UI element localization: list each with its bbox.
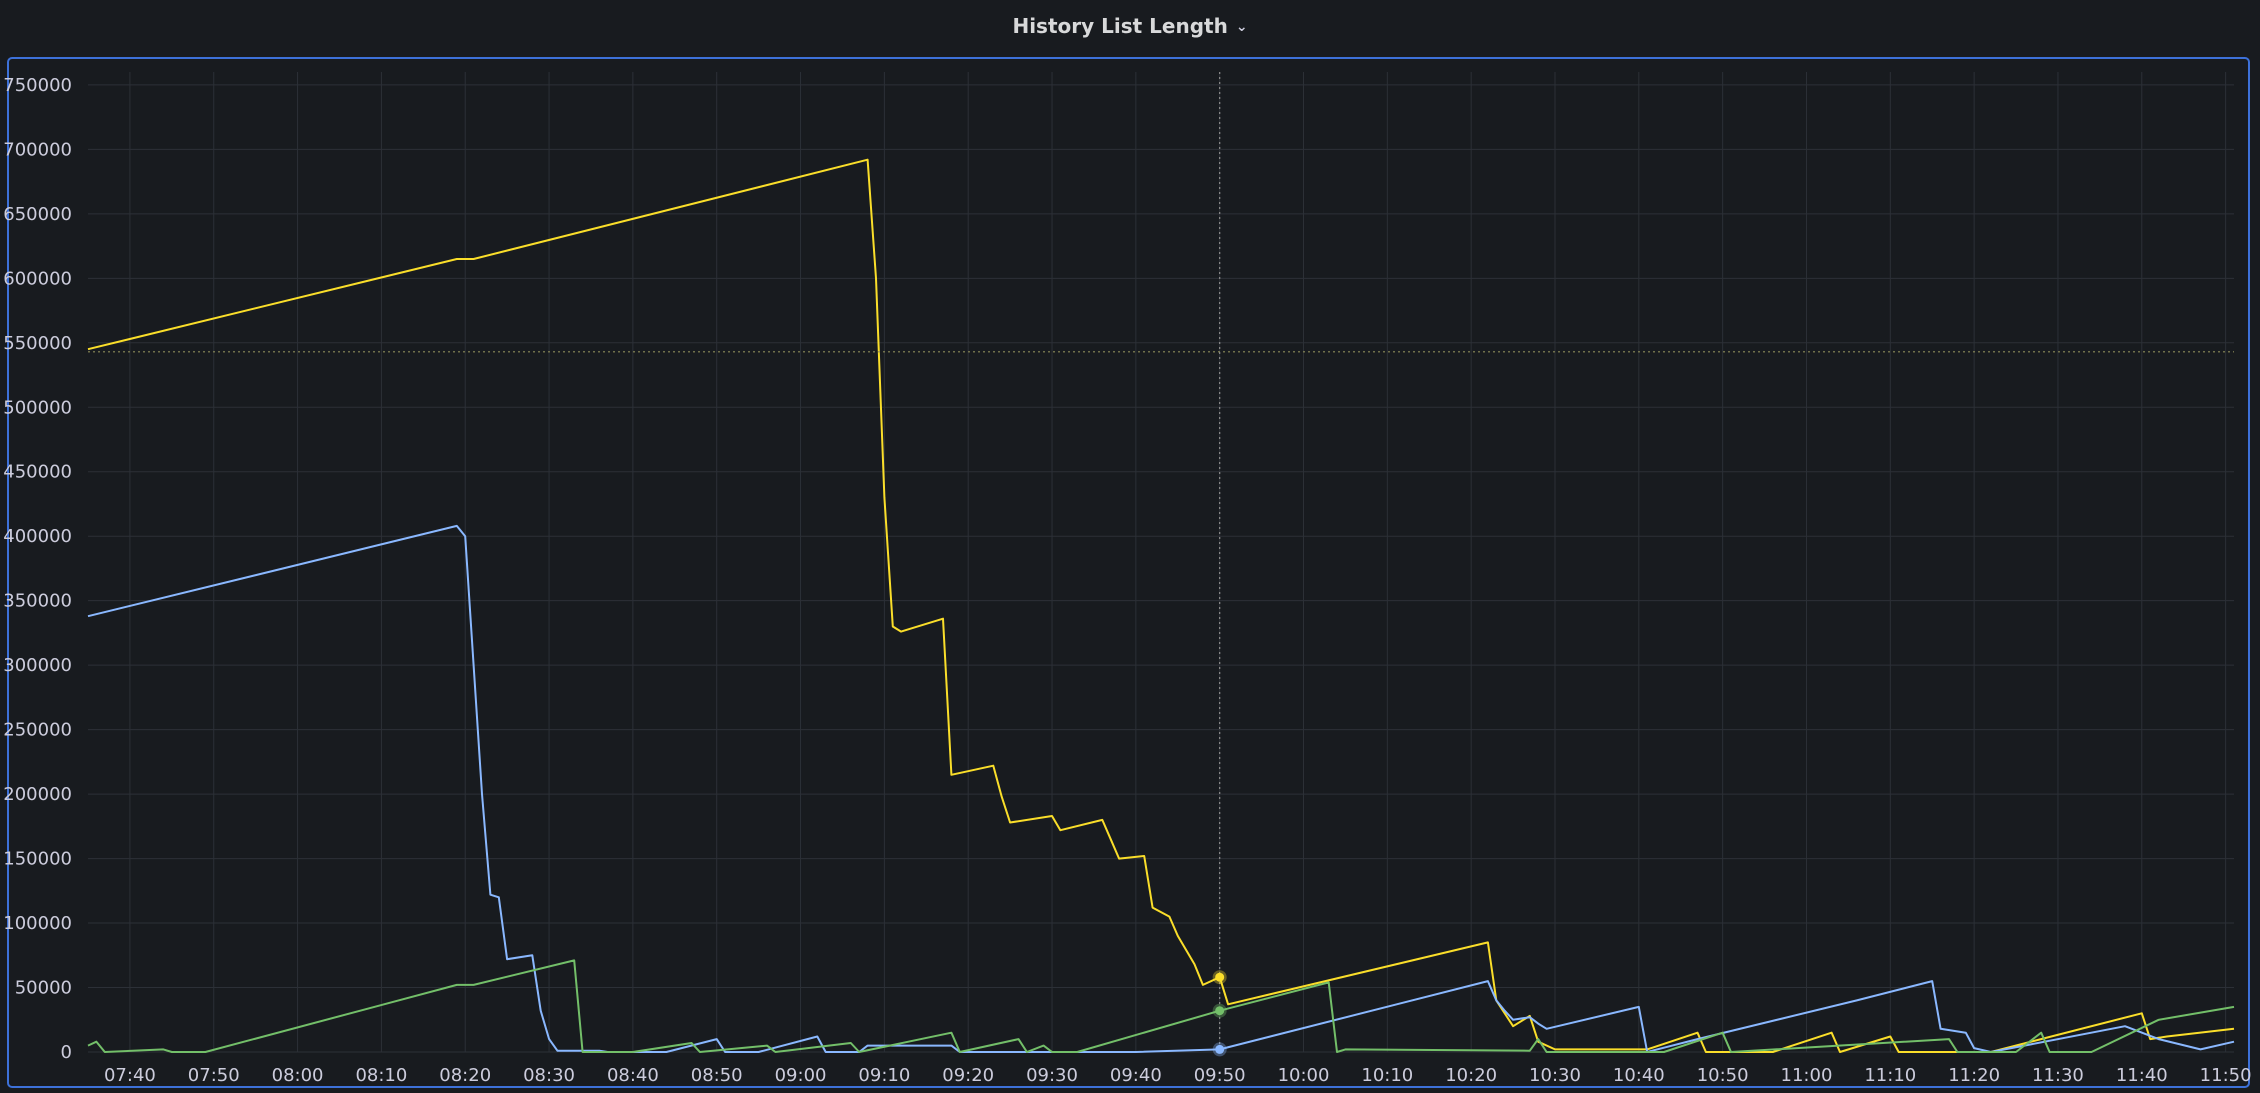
x-tick-label: 07:40 bbox=[104, 1065, 156, 1086]
x-tick-label: 11:40 bbox=[2116, 1065, 2168, 1086]
y-tick-label: 700000 bbox=[3, 139, 72, 160]
x-axis: 07:40 07:50 08:00 08:10 08:20 08:30 08:40 08:50… bbox=[104, 1065, 2252, 1086]
x-tick-label: 08:00 bbox=[272, 1065, 324, 1086]
y-tick-label: 200000 bbox=[3, 784, 72, 805]
x-tick-label: 08:30 bbox=[523, 1065, 575, 1086]
y-tick-label: 250000 bbox=[3, 720, 72, 741]
series-line-0[interactable] bbox=[87, 158, 2235, 1053]
x-tick-label: 09:10 bbox=[858, 1065, 910, 1086]
x-tick-label: 08:20 bbox=[439, 1065, 491, 1086]
x-tick-label: 10:40 bbox=[1613, 1065, 1665, 1086]
y-tick-label: 100000 bbox=[3, 913, 72, 934]
y-tick-label: 500000 bbox=[3, 397, 72, 418]
hover-point-1[interactable] bbox=[1215, 1044, 1225, 1054]
x-tick-label: 09:50 bbox=[1194, 1065, 1246, 1086]
x-tick-label: 08:40 bbox=[607, 1065, 659, 1086]
x-tick-label: 07:50 bbox=[188, 1065, 240, 1086]
hover-crosshair bbox=[88, 72, 2234, 1057]
x-tick-label: 09:00 bbox=[775, 1065, 827, 1086]
x-tick-label: 08:10 bbox=[355, 1065, 407, 1086]
x-tick-label: 10:50 bbox=[1697, 1065, 1749, 1086]
x-tick-label: 09:20 bbox=[942, 1065, 994, 1086]
x-tick-label: 11:10 bbox=[1864, 1065, 1916, 1086]
x-tick-label: 08:50 bbox=[691, 1065, 743, 1086]
series bbox=[87, 158, 2235, 1053]
x-tick-label: 11:50 bbox=[2200, 1065, 2252, 1086]
y-tick-label: 0 bbox=[61, 1042, 72, 1063]
x-tick-label: 11:30 bbox=[2032, 1065, 2084, 1086]
hover-point-2[interactable] bbox=[1215, 1006, 1225, 1016]
x-tick-label: 09:30 bbox=[1026, 1065, 1078, 1086]
y-tick-label: 450000 bbox=[3, 462, 72, 483]
line-chart[interactable]: 0 50000 100000 150000 200000 250000 300000 3500… bbox=[0, 0, 2260, 1093]
grid bbox=[88, 72, 2234, 1053]
y-tick-label: 550000 bbox=[3, 333, 72, 354]
x-tick-label: 11:00 bbox=[1781, 1065, 1833, 1086]
y-axis: 0 50000 100000 150000 200000 250000 300000 3500… bbox=[3, 75, 72, 1063]
y-tick-label: 350000 bbox=[3, 591, 72, 612]
y-tick-label: 150000 bbox=[3, 849, 72, 870]
y-tick-label: 300000 bbox=[3, 655, 72, 676]
x-tick-label: 11:20 bbox=[1948, 1065, 2000, 1086]
series-line-1[interactable] bbox=[87, 524, 2235, 1053]
x-tick-label: 09:40 bbox=[1110, 1065, 1162, 1086]
x-tick-label: 10:00 bbox=[1278, 1065, 1330, 1086]
y-tick-label: 50000 bbox=[15, 978, 72, 999]
x-tick-label: 10:30 bbox=[1529, 1065, 1581, 1086]
x-tick-label: 10:10 bbox=[1361, 1065, 1413, 1086]
hover-point-0[interactable] bbox=[1215, 972, 1225, 982]
y-tick-label: 600000 bbox=[3, 268, 72, 289]
x-tick-label: 10:20 bbox=[1445, 1065, 1497, 1086]
y-tick-label: 650000 bbox=[3, 204, 72, 225]
series-line-2[interactable] bbox=[87, 959, 2235, 1053]
y-tick-label: 400000 bbox=[3, 526, 72, 547]
y-tick-label: 750000 bbox=[3, 75, 72, 96]
